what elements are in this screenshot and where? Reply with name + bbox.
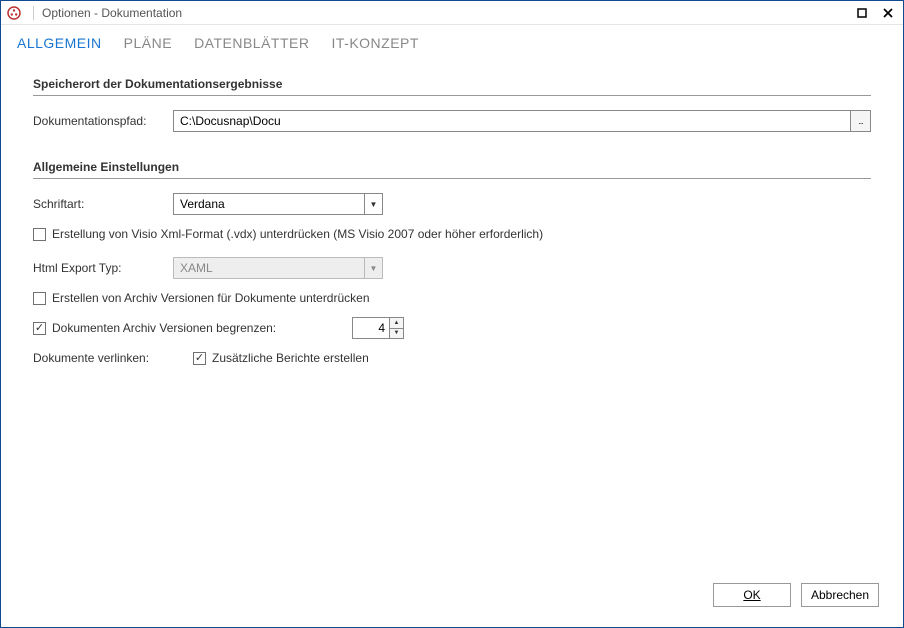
cancel-button[interactable]: Abbrechen	[801, 583, 879, 607]
section-general-header: Allgemeine Einstellungen	[33, 160, 871, 179]
docpath-browse-button[interactable]: ...	[850, 111, 870, 131]
content-area: Speicherort der Dokumentationsergebnisse…	[1, 57, 903, 573]
font-label: Schriftart:	[33, 197, 173, 211]
visio-suppress-checkbox[interactable]	[33, 228, 46, 241]
row-visio-suppress: Erstellung von Visio Xml-Format (.vdx) u…	[33, 227, 871, 241]
visio-suppress-label: Erstellung von Visio Xml-Format (.vdx) u…	[52, 227, 543, 241]
window-title: Optionen - Dokumentation	[42, 6, 182, 20]
additional-reports-checkbox[interactable]	[193, 352, 206, 365]
row-font: Schriftart: ▼	[33, 193, 871, 215]
options-dialog: Optionen - Dokumentation ALLGEMEIN PLÄNE…	[0, 0, 904, 628]
row-link-docs: Dokumente verlinken: Zusätzliche Bericht…	[33, 351, 871, 365]
archive-suppress-label: Erstellen von Archiv Versionen für Dokum…	[52, 291, 370, 305]
export-type-label: Html Export Typ:	[33, 261, 173, 275]
archive-limit-label: Dokumenten Archiv Versionen begrenzen:	[52, 321, 352, 335]
docpath-field-wrap: ...	[173, 110, 871, 132]
tab-bar: ALLGEMEIN PLÄNE DATENBLÄTTER IT-KONZEPT	[1, 25, 903, 57]
tab-allgemein[interactable]: ALLGEMEIN	[17, 35, 102, 51]
row-archive-suppress: Erstellen von Archiv Versionen für Dokum…	[33, 291, 871, 305]
docpath-input[interactable]	[174, 111, 850, 131]
ok-button[interactable]: OK	[713, 583, 791, 607]
row-archive-limit: Dokumenten Archiv Versionen begrenzen: ▲…	[33, 317, 871, 339]
archive-limit-spinner: ▲ ▼	[352, 317, 404, 339]
app-icon	[7, 6, 21, 20]
section-storage-header: Speicherort der Dokumentationsergebnisse	[33, 77, 871, 96]
tab-datenblaetter[interactable]: DATENBLÄTTER	[194, 35, 309, 51]
font-select[interactable]	[173, 193, 383, 215]
spinner-up-button[interactable]: ▲	[390, 318, 403, 329]
docpath-label: Dokumentationspfad:	[33, 114, 173, 128]
additional-reports-label: Zusätzliche Berichte erstellen	[212, 351, 369, 365]
export-type-select	[173, 257, 383, 279]
archive-limit-checkbox[interactable]	[33, 322, 46, 335]
close-button[interactable]	[879, 4, 897, 22]
row-docpath: Dokumentationspfad: ...	[33, 110, 871, 132]
titlebar: Optionen - Dokumentation	[1, 1, 903, 25]
tab-itkonzept[interactable]: IT-KONZEPT	[332, 35, 419, 51]
spinner-down-button[interactable]: ▼	[390, 329, 403, 339]
dialog-footer: OK Abbrechen	[1, 573, 903, 627]
maximize-button[interactable]	[853, 4, 871, 22]
archive-suppress-checkbox[interactable]	[33, 292, 46, 305]
row-export-type: Html Export Typ: ▼	[33, 257, 871, 279]
link-docs-label: Dokumente verlinken:	[33, 351, 193, 365]
titlebar-divider	[33, 6, 34, 20]
tab-plaene[interactable]: PLÄNE	[124, 35, 172, 51]
archive-limit-input[interactable]	[353, 318, 389, 338]
